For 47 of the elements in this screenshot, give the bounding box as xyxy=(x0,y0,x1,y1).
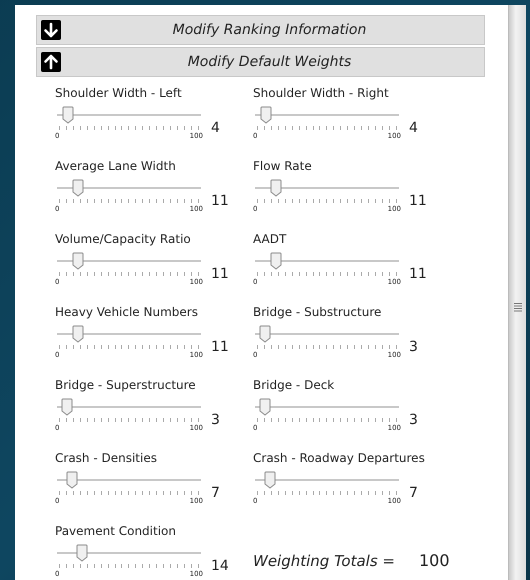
slider-label: Heavy Vehicle Numbers xyxy=(55,305,198,319)
slider-value: 11 xyxy=(409,266,427,282)
slider-value: 7 xyxy=(409,485,418,501)
section-header[interactable]: Modify Ranking Information xyxy=(36,15,485,45)
slider-label: Flow Rate xyxy=(253,159,312,173)
slider-thumb[interactable] xyxy=(61,398,74,416)
grip-icon xyxy=(514,302,522,312)
slider-value: 11 xyxy=(409,193,427,209)
slider-value: 11 xyxy=(211,339,229,355)
slider-label: Bridge - Superstructure xyxy=(55,378,196,392)
slider-value: 14 xyxy=(211,558,229,574)
slider-label: Crash - Roadway Departures xyxy=(253,451,425,465)
slider-label: Shoulder Width - Left xyxy=(55,86,182,100)
slider-thumb[interactable] xyxy=(76,544,88,562)
arrow-icon xyxy=(41,20,61,40)
slider-value: 11 xyxy=(211,193,229,209)
slider-thumb[interactable] xyxy=(259,398,272,416)
slider-value: 3 xyxy=(211,412,220,428)
slider-label: Bridge - Deck xyxy=(253,378,334,392)
slider-label: Average Lane Width xyxy=(55,159,176,173)
slider-label: Bridge - Substructure xyxy=(253,305,382,319)
slider-label: Shoulder Width - Right xyxy=(253,86,389,100)
slider-value: 4 xyxy=(409,120,418,136)
slider-value: 11 xyxy=(211,266,229,282)
slider-thumb[interactable] xyxy=(62,106,74,124)
arrow-icon xyxy=(41,52,61,72)
slider-label: AADT xyxy=(253,232,286,246)
slider-label: Crash - Densities xyxy=(55,451,157,465)
slider-label: Volume/Capacity Ratio xyxy=(55,232,191,246)
totals-value: 100 xyxy=(418,551,450,570)
section-header[interactable]: Modify Default Weights xyxy=(36,47,485,77)
slider-value: 4 xyxy=(211,120,220,136)
slider-label: Pavement Condition xyxy=(55,524,176,538)
slider-thumb[interactable] xyxy=(72,325,84,343)
slider-value: 3 xyxy=(409,339,418,355)
slider-thumb[interactable] xyxy=(270,252,282,270)
slider-thumb[interactable] xyxy=(260,106,272,124)
slider-value: 7 xyxy=(211,485,220,501)
slider-thumb[interactable] xyxy=(259,325,272,343)
slider-thumb[interactable] xyxy=(66,471,78,489)
slider-thumb[interactable] xyxy=(264,471,276,489)
slider-thumb[interactable] xyxy=(72,179,84,197)
slider-thumb[interactable] xyxy=(270,179,282,197)
slider-value: 3 xyxy=(409,412,418,428)
slider-thumb[interactable] xyxy=(72,252,84,270)
scrollbar[interactable] xyxy=(508,5,526,580)
totals-label: Weighting Totals = xyxy=(253,552,395,570)
